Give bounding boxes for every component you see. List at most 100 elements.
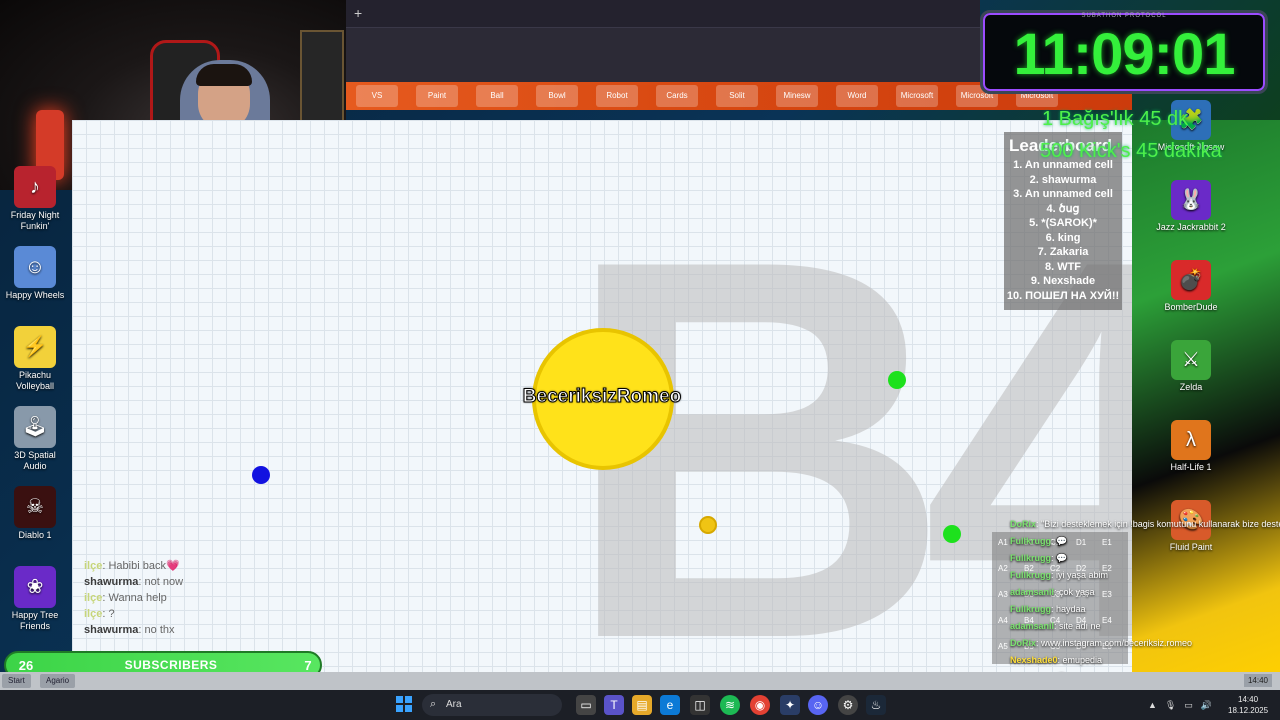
steam-icon[interactable]: ♨: [866, 695, 886, 715]
feed-user: DoRix: [1010, 638, 1037, 648]
desktop-icon-fnf[interactable]: ♪ Friday Night Funkin': [4, 166, 66, 232]
zelda-icon: ⚔: [1171, 340, 1211, 380]
desktop-icon-label: Diablo 1: [18, 530, 52, 540]
feed-message: adamsanil: site adı ne: [1010, 618, 1280, 635]
strip-app-icon[interactable]: VS: [356, 85, 398, 107]
desktop-icon-halflife[interactable]: λ Half-Life 1: [1156, 420, 1226, 473]
chat-line: ilçe: Wanna help: [84, 590, 344, 606]
feed-user: Fullkrugg: [1010, 570, 1051, 580]
discord-icon[interactable]: ☺: [808, 695, 828, 715]
fnf-icon: ♪: [14, 166, 56, 208]
chat-nick: shawurma: [84, 576, 139, 588]
streamer-hair: [196, 64, 252, 86]
chat-line: ilçe: Habibi back💗: [84, 558, 344, 574]
desktop-icon-label: 3D Spatial Audio: [14, 450, 56, 471]
leaderboard-entry: 5. *(SAROK)*: [1029, 217, 1097, 229]
emuos-clock: 14:40: [1243, 674, 1272, 687]
food-pellet-green: [943, 525, 961, 543]
windows-start-icon[interactable]: [396, 696, 412, 712]
chat-message: : no thx: [138, 624, 175, 636]
search-placeholder: Ara: [446, 699, 462, 710]
feed-message: Fullkrugg: 💬: [1010, 533, 1280, 550]
app-icon[interactable]: ✦: [780, 695, 800, 715]
leaderboard-entry: 4. ծսց: [1046, 202, 1080, 215]
taskbar-search[interactable]: ⌕ Ara: [422, 694, 562, 716]
strip-app-icon[interactable]: Word: [836, 85, 878, 107]
chalkboard: [300, 30, 344, 130]
food-pellet-blue: [252, 466, 270, 484]
chrome-icon[interactable]: ◉: [750, 695, 770, 715]
leaderboard-entry: 6. king: [1045, 231, 1081, 244]
subscriber-goal: 7: [304, 657, 312, 673]
search-icon: ⌕: [430, 698, 437, 710]
emuos-task-agario[interactable]: Agario: [40, 674, 76, 688]
desktop-icon-joystick[interactable]: 🕹 3D Spatial Audio: [4, 406, 66, 472]
settings-icon[interactable]: ⚙: [838, 695, 858, 715]
teams-icon[interactable]: T: [604, 695, 624, 715]
system-tray: ▲ 🎙 ▭ 🔊: [1148, 690, 1212, 720]
strip-app-icon[interactable]: Paint: [416, 85, 458, 107]
happy-wheels-icon: ☺: [14, 246, 56, 288]
food-pellet-yellow: [699, 516, 717, 534]
volume-icon[interactable]: 🔊: [1201, 700, 1212, 711]
emuos-start-button[interactable]: Start: [2, 674, 31, 688]
leaderboard-entry: 3. An unnamed cell: [1013, 188, 1113, 200]
desktop-icon-htf[interactable]: ❀ Happy Tree Friends: [4, 566, 66, 632]
game-chat: ilçe: Habibi back💗 shawurma: not now ilçe:…: [84, 558, 344, 638]
feed-user: DoRix: [1010, 519, 1037, 529]
strip-app-icon[interactable]: Solit: [716, 85, 758, 107]
subscriber-count: 26: [18, 657, 34, 673]
chat-line: ilçe: ?: [84, 606, 344, 622]
feed-message: Fullkrugg: iyi yaşa abim: [1010, 567, 1280, 584]
desktop-icon-pikachu[interactable]: ⚡ Pikachu Volleyball: [4, 326, 66, 392]
edge-icon[interactable]: e: [660, 695, 680, 715]
desktop-icon-label: Happy Wheels: [5, 290, 65, 300]
feed-text: : www.instagram.com/beceriksiz.romeo: [1036, 638, 1193, 648]
halflife-icon: λ: [1171, 420, 1211, 460]
desktop-icon-bomber[interactable]: 💣 BomberDude: [1156, 260, 1226, 313]
joystick-icon: 🕹: [14, 406, 56, 448]
feed-message: Nexshade0: emupedia: [1010, 652, 1280, 669]
task-view-icon[interactable]: ▭: [576, 695, 596, 715]
feed-message: Fullkrugg: 💬: [1010, 550, 1280, 567]
microphone-icon[interactable]: 🎙: [1165, 700, 1176, 711]
chat-nick: ilçe: [84, 592, 103, 604]
leaderboard-entry: 10. ПОШЕЛ НА ХУЙ!!: [1006, 289, 1120, 302]
taskbar-clock[interactable]: 14:40 18.12.2025: [1228, 694, 1268, 716]
desktop-icon-label: Half-Life 1: [1170, 462, 1212, 472]
strip-app-icon[interactable]: Robot: [596, 85, 638, 107]
feed-text: : iyi yaşa abim: [1051, 570, 1109, 580]
browser-window-top: +: [346, 0, 980, 82]
strip-app-icon[interactable]: Microsoft: [896, 85, 938, 107]
strip-app-icon[interactable]: Minesw: [776, 85, 818, 107]
feed-text: : 💬: [1051, 553, 1068, 563]
feed-text: : çok yaşa: [1054, 587, 1095, 597]
feed-message: Fullkrugg: haydaa: [1010, 601, 1280, 618]
desktop-icon-happy-wheels[interactable]: ☺ Happy Wheels: [4, 246, 66, 301]
feed-user: Fullkrugg: [1010, 536, 1051, 546]
feed-user: adamsanil: [1010, 621, 1055, 631]
new-tab-button[interactable]: +: [354, 5, 362, 21]
grid-cell-label: A3: [998, 590, 1008, 599]
store-icon[interactable]: ◫: [690, 695, 710, 715]
monitor-icon[interactable]: ▭: [1184, 700, 1193, 711]
leaderboard-entry: 7. Zakaria: [1037, 246, 1089, 258]
desktop-icon-jazz[interactable]: 🐰 Jazz Jackrabbit 2: [1156, 180, 1226, 233]
feed-text: : haydaa: [1051, 604, 1086, 614]
feed-message: adamsanil: çok yaşa: [1010, 584, 1280, 601]
chevron-up-icon[interactable]: ▲: [1148, 700, 1157, 710]
desktop-icon-label: Zelda: [1179, 382, 1203, 392]
spotify-icon[interactable]: ≋: [720, 695, 740, 715]
chat-nick: ilçe: [84, 560, 103, 572]
feed-user: Fullkrugg: [1010, 604, 1051, 614]
strip-app-icon[interactable]: Bowl: [536, 85, 578, 107]
strip-app-icon[interactable]: Ball: [476, 85, 518, 107]
feed-text: : site adı ne: [1054, 621, 1101, 631]
chat-message: : Habibi back💗: [102, 560, 180, 572]
strip-app-icon[interactable]: Cards: [656, 85, 698, 107]
feed-user: Fullkrugg: [1010, 553, 1051, 563]
desktop-icon-zelda[interactable]: ⚔ Zelda: [1156, 340, 1226, 393]
desktop-icon-label: Friday Night Funkin': [10, 210, 60, 231]
file-explorer-icon[interactable]: ▤: [632, 695, 652, 715]
desktop-icon-diablo[interactable]: ☠ Diablo 1: [4, 486, 66, 541]
